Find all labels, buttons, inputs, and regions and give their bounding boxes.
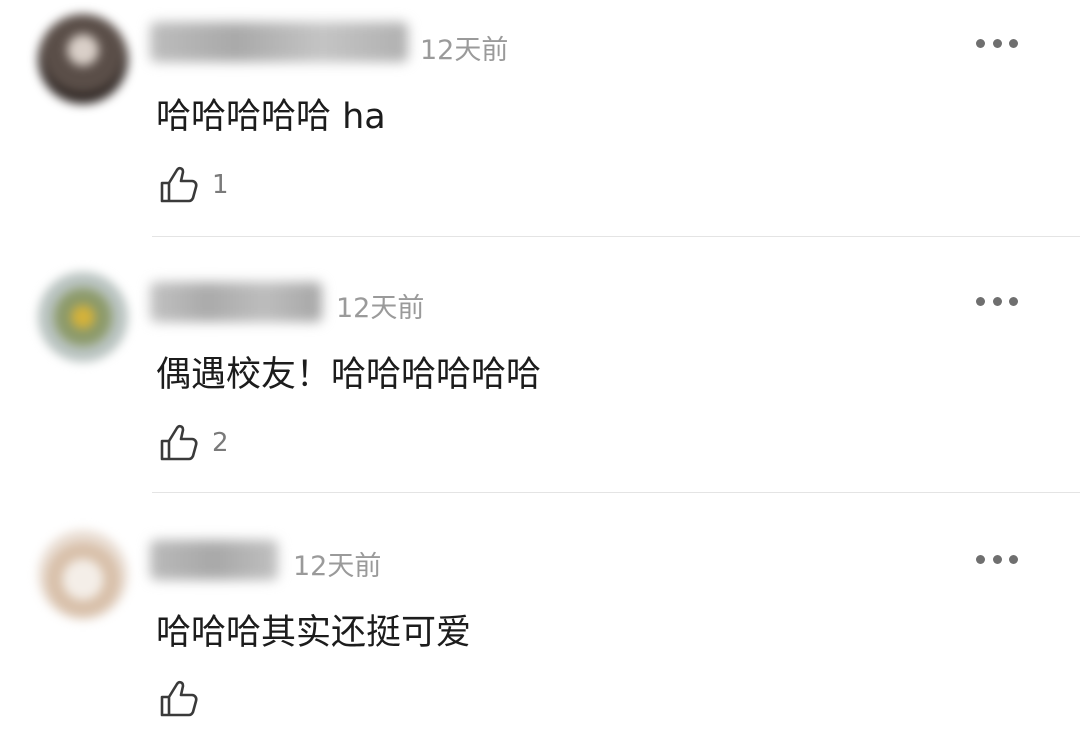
comment-item: 12天前 哈哈哈其实还挺可爱: [0, 0, 1080, 742]
comment-time: 12天前: [293, 551, 382, 582]
username-blurred[interactable]: [150, 540, 278, 580]
thumbs-up-icon: [160, 680, 198, 717]
avatar[interactable]: [38, 530, 128, 620]
comment-text: 哈哈哈其实还挺可爱: [156, 613, 472, 653]
more-dots-icon[interactable]: [976, 554, 1018, 564]
like-button[interactable]: [156, 676, 212, 722]
